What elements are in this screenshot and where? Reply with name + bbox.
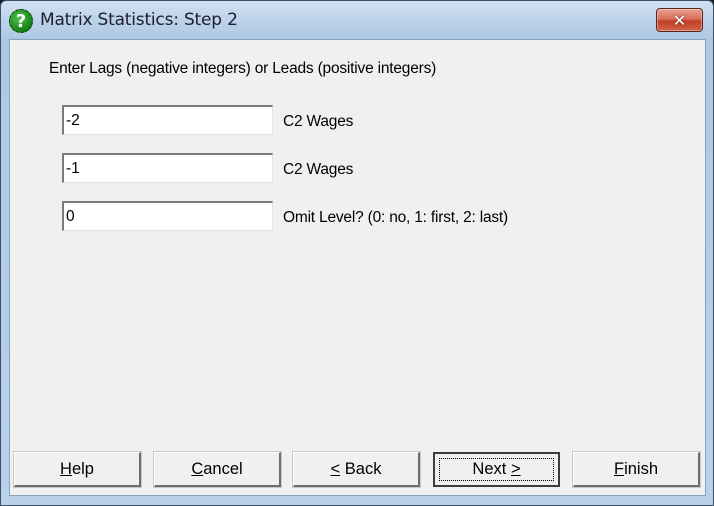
dialog-window: ? Matrix Statistics: Step 2 ✕ Enter Lags… (0, 0, 714, 506)
lag-lead-label-2: C2 Wages (283, 161, 354, 178)
title-bar[interactable]: ? Matrix Statistics: Step 2 ✕ (1, 1, 713, 39)
finish-mnemonic: F (613, 459, 625, 478)
dialog-body: Enter Lags (negative integers) or Leads … (9, 39, 706, 496)
next-button[interactable]: Next > (433, 452, 560, 487)
omit-level-label: Omit Level? (0: no, 1: first, 2: last) (283, 209, 508, 226)
finish-label: inish (624, 459, 659, 478)
lag-lead-input-2[interactable] (62, 153, 273, 183)
help-question-icon: ? (9, 9, 33, 33)
lag-lead-label-1: C2 Wages (283, 113, 354, 130)
help-mnemonic: H (60, 459, 72, 478)
cancel-label: ancel (203, 459, 243, 478)
instruction-text: Enter Lags (negative integers) or Leads … (49, 60, 437, 77)
back-button[interactable]: < Back (293, 452, 420, 487)
omit-level-input[interactable] (62, 201, 273, 231)
cancel-button[interactable]: Cancel (154, 452, 281, 487)
back-mnemonic: < (330, 459, 341, 478)
focus-ring (439, 458, 554, 481)
finish-button[interactable]: Finish (573, 452, 700, 487)
close-icon: ✕ (672, 10, 687, 30)
back-label: Back (340, 459, 382, 478)
lag-lead-input-1[interactable] (62, 105, 273, 135)
close-button[interactable]: ✕ (656, 8, 703, 32)
window-title: Matrix Statistics: Step 2 (40, 10, 238, 30)
help-button[interactable]: Help (14, 452, 141, 487)
help-label: elp (71, 459, 94, 478)
cancel-mnemonic: C (191, 459, 204, 478)
